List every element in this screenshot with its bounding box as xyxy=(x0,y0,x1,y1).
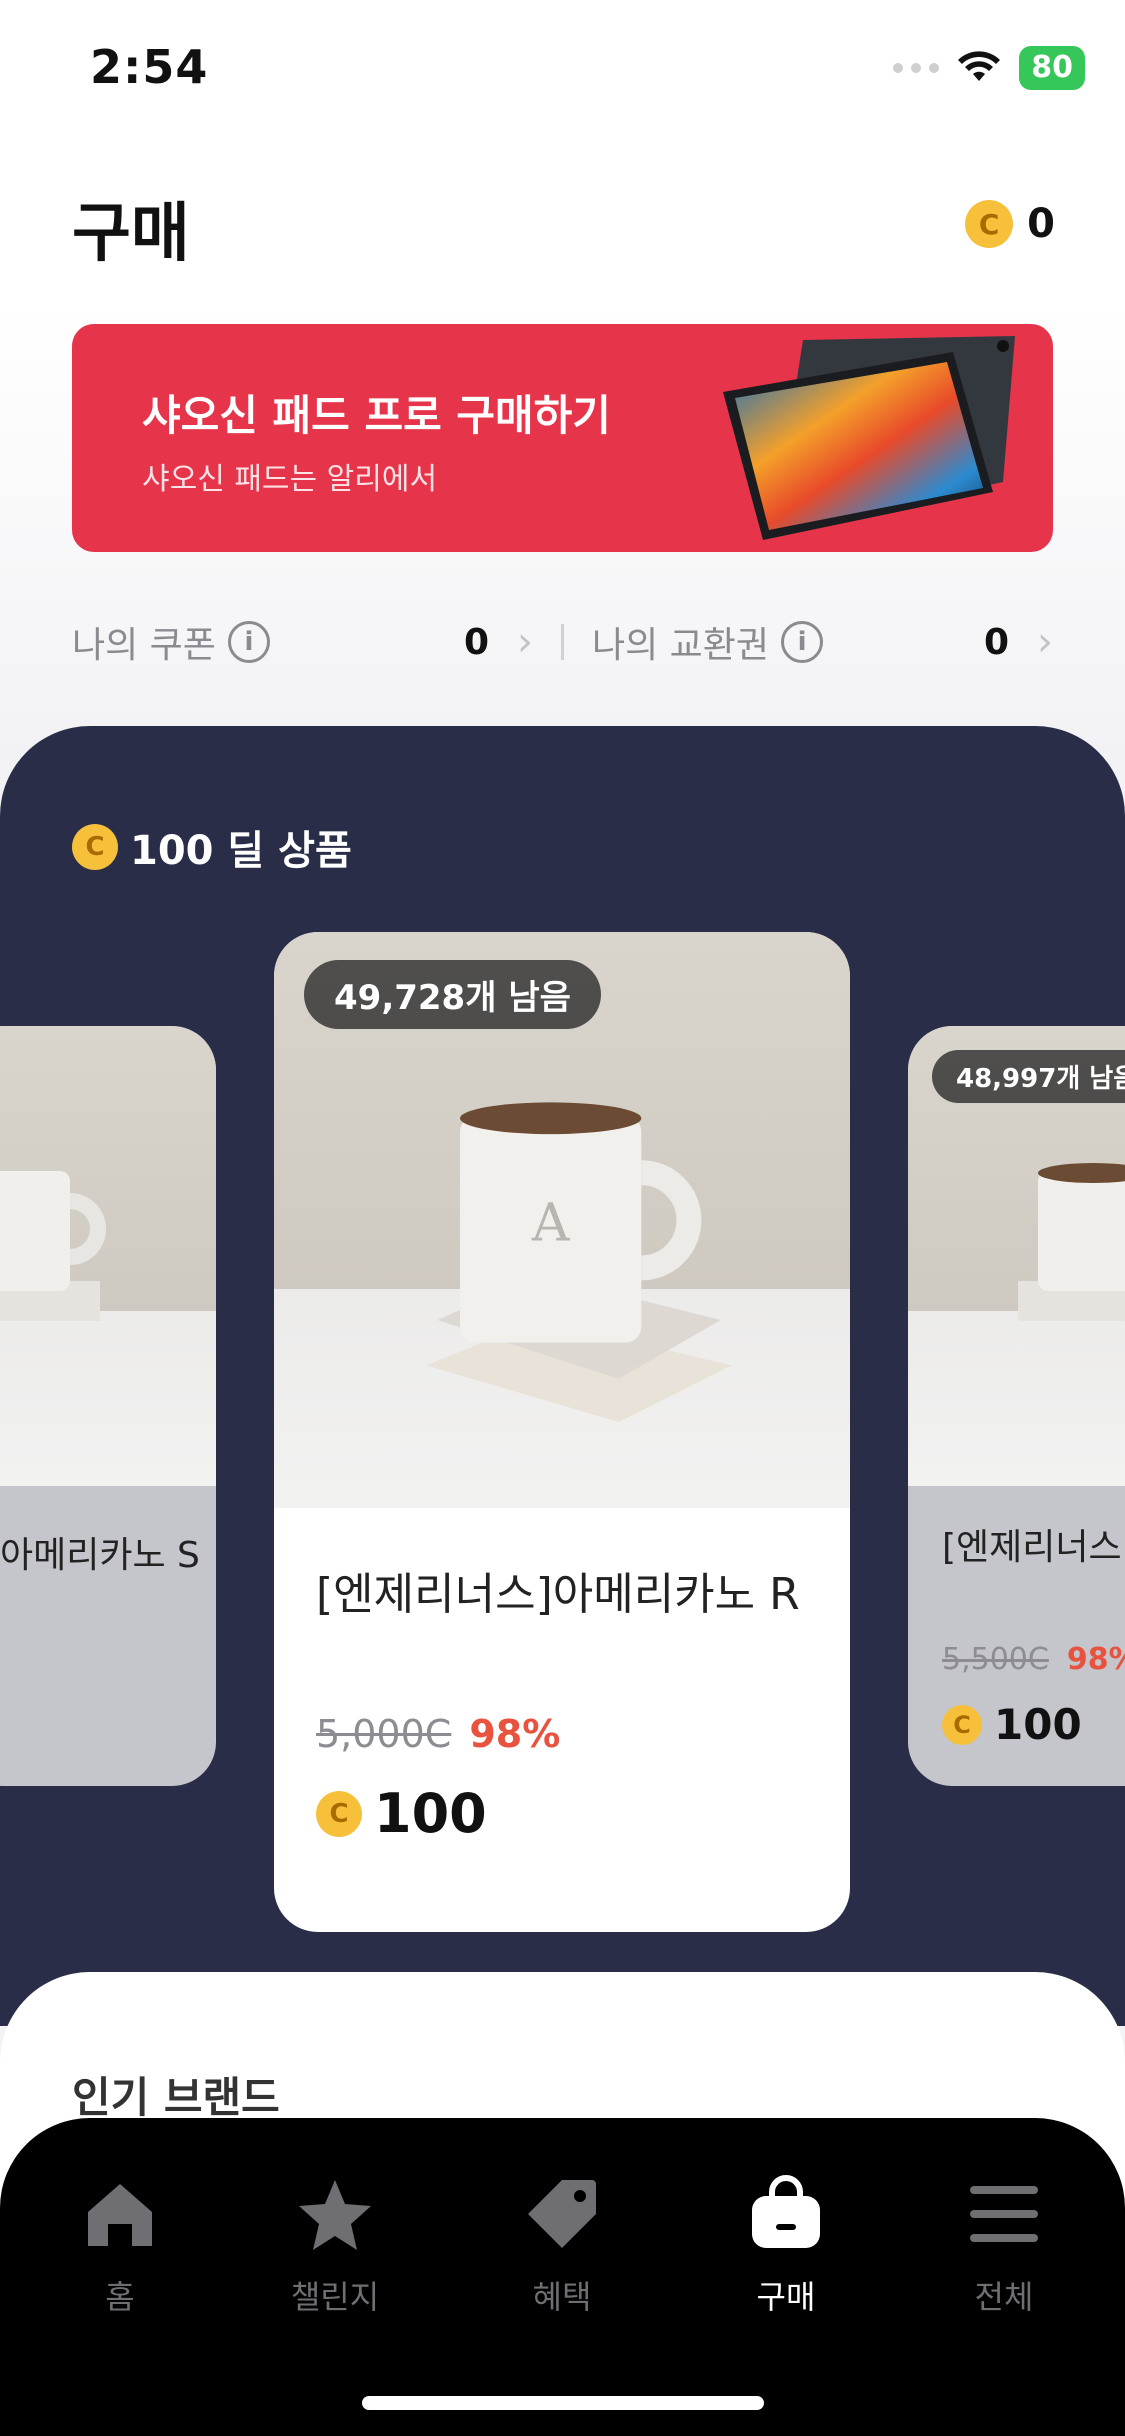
discount-rate: 98% xyxy=(469,1712,561,1756)
chevron-right-icon: › xyxy=(517,619,533,665)
tag-icon xyxy=(528,2180,596,2248)
tab-label: 구매 xyxy=(756,2278,816,2316)
product-card-left[interactable]: 아메리카노 S xyxy=(0,1026,216,1786)
product-image xyxy=(0,1026,216,1486)
coupon-label: 나의 쿠폰 xyxy=(72,625,216,666)
coin-balance[interactable]: C 0 xyxy=(965,200,1055,248)
battery-indicator: 80 xyxy=(1019,46,1085,90)
coin-icon: C xyxy=(316,1790,362,1837)
coupon-count: 0 xyxy=(463,621,489,663)
promo-banner[interactable]: 샤오신 패드 프로 구매하기 샤오신 패드는 알리에서 xyxy=(72,324,1053,552)
brand-section-title: 인기 브랜드 xyxy=(72,2073,280,2122)
star-icon xyxy=(299,2180,371,2250)
tab-label: 혜택 xyxy=(532,2278,592,2316)
home-indicator xyxy=(362,2396,764,2410)
remaining-stock-badge: 48,997개 남음 xyxy=(932,1050,1125,1103)
tablet-image xyxy=(723,336,1015,540)
my-coupons[interactable]: 나의 쿠폰 i 0 › xyxy=(72,616,533,668)
original-price: 5,000C xyxy=(316,1712,452,1756)
tab-label: 챌린지 xyxy=(290,2278,380,2316)
tab-label: 홈 xyxy=(105,2278,135,2316)
coin-icon: C xyxy=(942,1704,982,1745)
tab-challenge[interactable]: 챌린지 xyxy=(255,2174,415,2318)
tab-benefit[interactable]: 혜택 xyxy=(482,2174,642,2318)
voucher-count: 0 xyxy=(983,621,1009,663)
home-icon xyxy=(88,2184,152,2246)
coin-icon: C xyxy=(72,824,118,870)
status-time: 2:54 xyxy=(90,40,209,94)
product-name: 아메리카노 S xyxy=(0,1535,200,1576)
deal-section-title: C 100 딜 상품 xyxy=(72,818,352,876)
svg-text:A: A xyxy=(531,1194,571,1254)
product-card-right[interactable]: 48,997개 남음 [엔제리너스] 5,500C 98% C 100 xyxy=(908,1026,1125,1786)
banner-subtitle: 샤오신 패드는 알리에서 xyxy=(142,462,438,497)
divider xyxy=(561,624,564,660)
bag-icon xyxy=(752,2175,820,2248)
deal-section: C 100 딜 상품 아메리카노 S A 49,728개 남음 [엔제리너스]아… xyxy=(0,726,1125,2026)
tab-all[interactable]: 전체 xyxy=(924,2174,1084,2318)
coin-price: C 100 xyxy=(942,1700,1082,1749)
original-price: 5,500C xyxy=(942,1642,1049,1677)
page-title: 구매 xyxy=(72,197,190,271)
coin-icon: C xyxy=(965,200,1014,248)
tab-bar: 홈 챌린지 혜택 구매 전체 xyxy=(0,2118,1125,2436)
deal-title-text: 100 딜 상품 xyxy=(130,828,352,874)
wifi-icon xyxy=(958,51,1001,81)
coupon-row: 나의 쿠폰 i 0 › 나의 교환권 i 0 › xyxy=(72,612,1053,672)
coin-price-value: 100 xyxy=(994,1700,1082,1749)
coin-price: C 100 xyxy=(316,1782,487,1845)
menu-icon xyxy=(970,2186,1038,2242)
tab-purchase[interactable]: 구매 xyxy=(706,2174,866,2318)
price-row: 5,000C 98% xyxy=(316,1712,560,1756)
price-row: 5,500C 98% xyxy=(942,1642,1125,1677)
product-name: [엔제리너스]아메리카노 R xyxy=(316,1569,800,1620)
discount-rate: 98% xyxy=(1066,1642,1125,1677)
tab-label: 전체 xyxy=(974,2278,1034,2316)
voucher-label: 나의 교환권 xyxy=(592,625,770,666)
chevron-right-icon: › xyxy=(1037,619,1053,665)
coin-price-value: 100 xyxy=(374,1782,487,1845)
coin-balance-value: 0 xyxy=(1027,201,1055,247)
product-name: [엔제리너스] xyxy=(942,1527,1125,1568)
banner-title: 샤오신 패드 프로 구매하기 xyxy=(142,391,611,440)
info-icon[interactable]: i xyxy=(227,621,270,663)
status-icons: 80 xyxy=(893,46,1085,90)
my-vouchers[interactable]: 나의 교환권 i 0 › xyxy=(592,616,1053,668)
info-icon[interactable]: i xyxy=(781,621,824,663)
signal-icon xyxy=(893,63,940,73)
remaining-stock-badge: 49,728개 남음 xyxy=(304,960,601,1029)
product-card[interactable]: A 49,728개 남음 [엔제리너스]아메리카노 R 5,000C 98% C… xyxy=(274,932,850,1932)
tab-home[interactable]: 홈 xyxy=(40,2174,200,2318)
